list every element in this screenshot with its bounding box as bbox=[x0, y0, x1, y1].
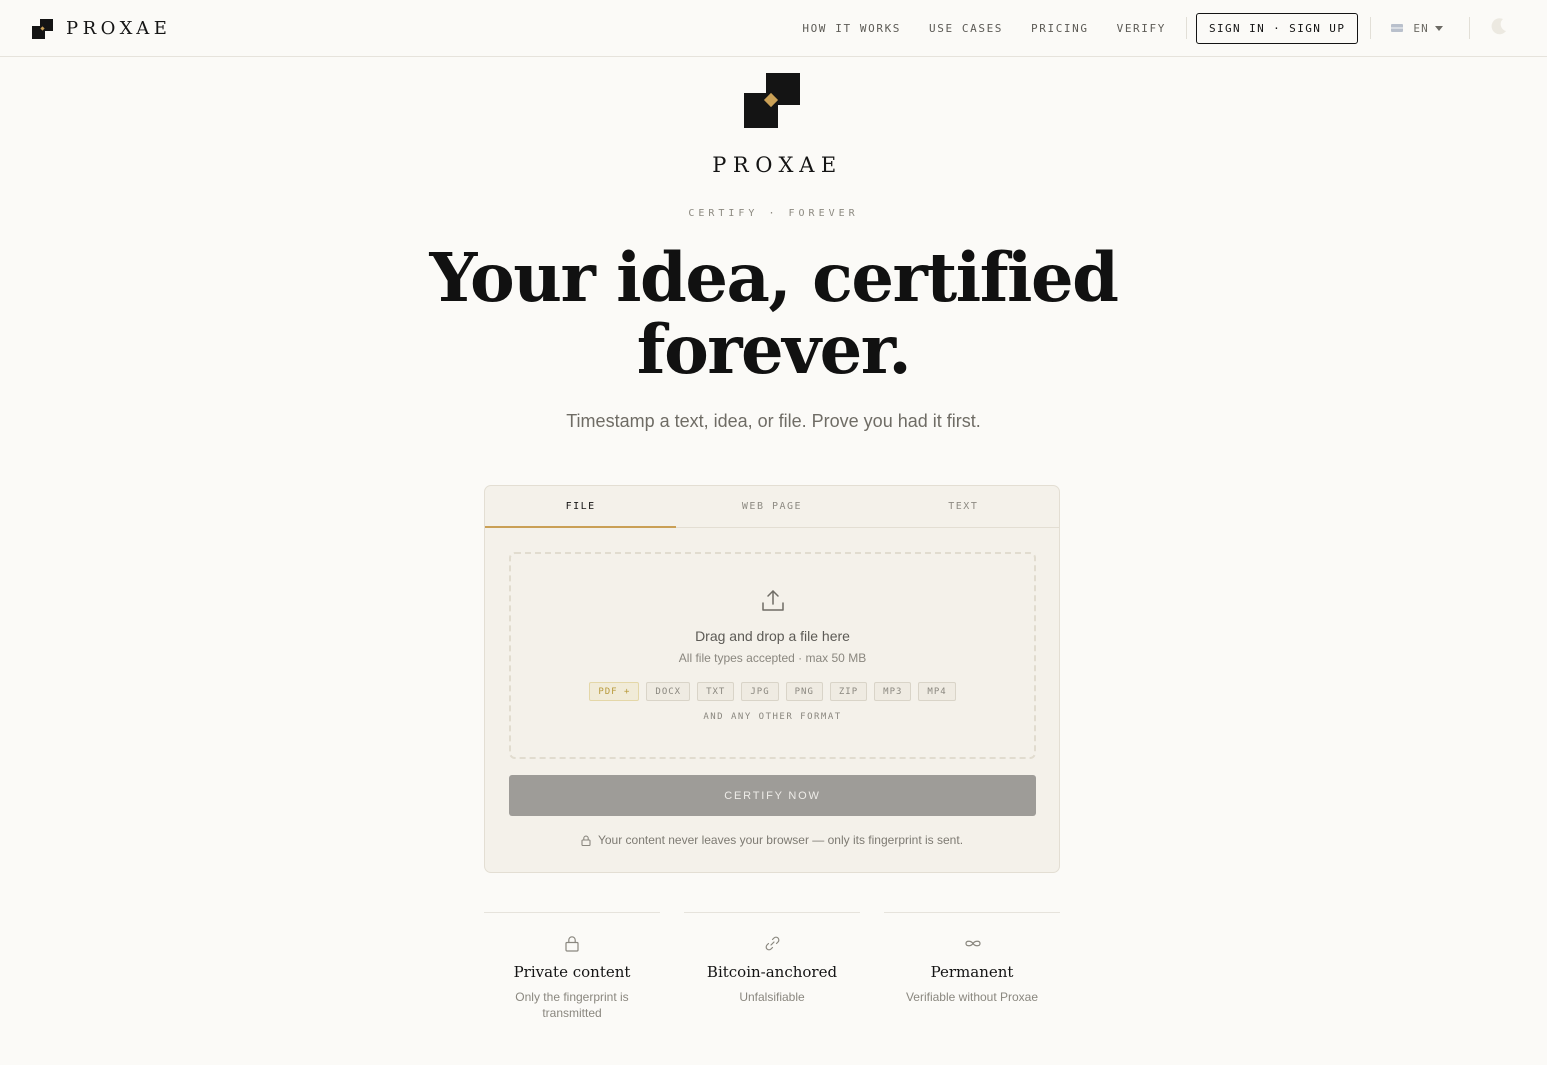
hero-logo bbox=[744, 73, 800, 134]
sign-in-button[interactable]: SIGN IN · SIGN UP bbox=[1195, 12, 1359, 44]
top-header: PROXAE HOW IT WORKS USE CASES PRICING VE… bbox=[0, 0, 1547, 57]
tab-file[interactable]: FILE bbox=[485, 486, 677, 528]
main-nav: HOW IT WORKS USE CASES PRICING VERIFY SI… bbox=[802, 0, 1547, 56]
nav-divider bbox=[1370, 17, 1372, 39]
any-format-note: AND ANY OTHER FORMAT bbox=[703, 712, 842, 722]
feature-description: Verifiable without Proxae bbox=[905, 990, 1039, 1004]
lock-icon bbox=[565, 936, 579, 952]
hero-tagline: CERTIFY · FOREVER bbox=[688, 208, 859, 219]
nav-verify[interactable]: VERIFY bbox=[1117, 22, 1166, 35]
feature-description: Unfalsifiable bbox=[739, 990, 805, 1004]
nav-divider bbox=[1185, 17, 1187, 39]
format-chip-zip: ZIP bbox=[829, 682, 868, 701]
nav-how-it-works[interactable]: HOW IT WORKS bbox=[802, 22, 901, 35]
tab-web-page[interactable]: WEB PAGE bbox=[676, 486, 867, 527]
feature-bitcoin-anchored: Bitcoin-anchored Unfalsifiable bbox=[684, 912, 860, 1032]
format-chip-jpg: JPG bbox=[741, 682, 779, 701]
dropzone-subtitle: All file types accepted · max 50 MB bbox=[678, 651, 867, 665]
feature-title: Permanent bbox=[930, 963, 1014, 981]
headline-line-2: forever. bbox=[636, 310, 912, 389]
format-chips: PDF + DOCX TXT JPG PNG ZIP MP3 MP4 bbox=[511, 682, 1034, 701]
lock-icon bbox=[581, 835, 591, 846]
link-icon bbox=[765, 936, 780, 951]
infinity-icon bbox=[965, 940, 981, 947]
format-chip-docx: DOCX bbox=[646, 682, 691, 701]
feature-title: Private content bbox=[513, 963, 631, 981]
file-dropzone[interactable]: Drag and drop a file here All file types… bbox=[509, 552, 1036, 759]
format-chip-mp4: MP4 bbox=[918, 682, 956, 701]
format-chip-pdf: PDF + bbox=[589, 682, 640, 701]
brand-wordmark: PROXAE bbox=[66, 18, 172, 39]
theme-toggle[interactable] bbox=[1489, 16, 1509, 41]
hero-headline: Your idea, certified forever. bbox=[0, 242, 1547, 386]
format-chip-mp3: MP3 bbox=[874, 682, 912, 701]
format-chip-png: PNG bbox=[785, 682, 823, 701]
feature-title: Bitcoin-anchored bbox=[706, 963, 838, 981]
tab-text[interactable]: TEXT bbox=[868, 486, 1059, 527]
language-label: EN bbox=[1413, 21, 1429, 35]
format-chip-txt: TXT bbox=[697, 682, 735, 701]
feature-permanent: Permanent Verifiable without Proxae bbox=[884, 912, 1060, 1032]
nav-pricing[interactable]: PRICING bbox=[1031, 22, 1089, 35]
brand-logo-link[interactable]: PROXAE bbox=[32, 18, 171, 39]
hero-subtitle: Timestamp a text, idea, or file. Prove y… bbox=[566, 411, 981, 431]
nav-divider bbox=[1469, 17, 1470, 39]
feature-private-content: Private content Only the fingerprint is … bbox=[484, 912, 660, 1032]
dropzone-title: Drag and drop a file here bbox=[695, 628, 850, 644]
certify-card: FILE WEB PAGE TEXT Drag and drop a file … bbox=[484, 485, 1060, 873]
headline-line-1: Your idea, certified bbox=[429, 238, 1119, 317]
chevron-down-icon bbox=[1435, 25, 1443, 31]
input-tabs: FILE WEB PAGE TEXT bbox=[485, 486, 1059, 528]
proxae-logo-icon bbox=[32, 18, 53, 39]
privacy-note: Your content never leaves your browser —… bbox=[485, 833, 1059, 847]
proxae-logo-icon bbox=[744, 73, 800, 128]
moon-icon bbox=[1491, 17, 1506, 34]
feature-description: Only the fingerprint is transmitted bbox=[515, 990, 629, 1020]
nav-use-cases[interactable]: USE CASES bbox=[929, 22, 1003, 35]
privacy-note-text: Your content never leaves your browser —… bbox=[597, 833, 964, 847]
flag-icon bbox=[1391, 24, 1404, 32]
upload-icon bbox=[762, 590, 784, 611]
language-selector[interactable]: EN bbox=[1391, 22, 1443, 35]
certify-now-button[interactable]: CERTIFY NOW bbox=[509, 775, 1036, 816]
hero-wordmark: PROXAE bbox=[712, 153, 843, 177]
